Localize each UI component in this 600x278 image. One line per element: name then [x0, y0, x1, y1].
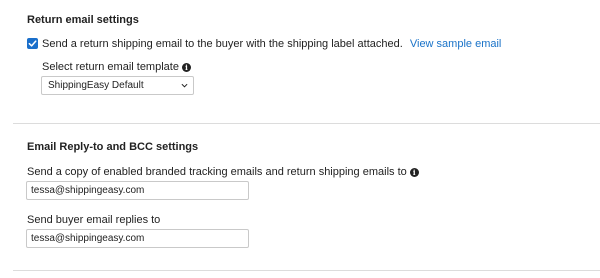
reply-bcc-settings-title: Email Reply-to and BCC settings: [27, 141, 199, 153]
chevron-down-icon: [181, 83, 188, 88]
send-return-email-label[interactable]: Send a return shipping email to the buye…: [42, 38, 403, 50]
bottom-divider: [13, 270, 600, 271]
view-sample-email-link[interactable]: View sample email: [410, 38, 502, 50]
reply-email-label: Send buyer email replies to: [27, 214, 161, 226]
checkmark-icon: [28, 40, 37, 47]
return-email-template-select[interactable]: ShippingEasy Default: [41, 76, 194, 95]
return-email-settings-title: Return email settings: [27, 14, 139, 26]
copy-email-input[interactable]: [26, 181, 249, 200]
select-template-label: Select return email template: [42, 61, 179, 73]
info-icon[interactable]: i: [181, 63, 191, 72]
copy-email-label: Send a copy of enabled branded tracking …: [27, 166, 407, 178]
reply-email-input[interactable]: [26, 229, 249, 248]
section-divider: [13, 123, 600, 124]
info-icon[interactable]: i: [409, 168, 419, 177]
copy-email-label-row: Send a copy of enabled branded tracking …: [27, 166, 419, 178]
send-return-email-row: Send a return shipping email to the buye…: [42, 38, 501, 50]
send-return-email-checkbox[interactable]: [27, 38, 38, 49]
select-template-label-row: Select return email template i: [42, 61, 191, 73]
template-selected-value: ShippingEasy Default: [48, 80, 144, 91]
